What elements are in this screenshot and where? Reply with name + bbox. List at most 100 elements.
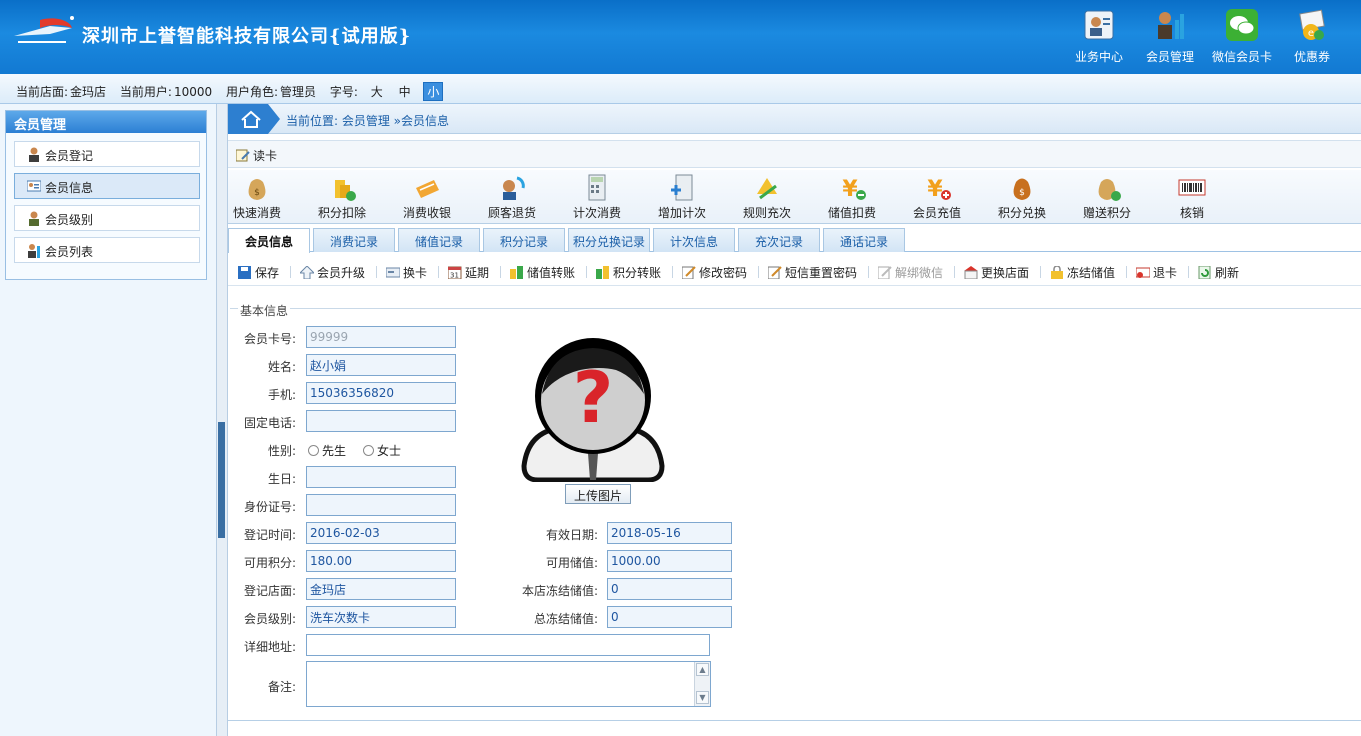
- remark-scrollbar[interactable]: ▲ ▼: [694, 662, 710, 706]
- stored-value-transfer-button[interactable]: 储值转账: [510, 264, 575, 281]
- remark-label: 备注:: [267, 680, 296, 694]
- change-card-button[interactable]: 换卡: [386, 264, 427, 281]
- gender-female-radio[interactable]: 女士: [363, 442, 401, 459]
- points-transfer-button[interactable]: 积分转账: [596, 264, 661, 281]
- sidebar: 会员管理 会员登记 会员信息 会员级别 会员列表: [0, 104, 216, 736]
- change-store-button[interactable]: 更换店面: [964, 264, 1029, 281]
- card-icon: [386, 267, 400, 278]
- extend-button[interactable]: 31 延期: [448, 264, 489, 281]
- tab-count-info[interactable]: 计次信息: [653, 228, 735, 252]
- quick-consume-button[interactable]: $ 快速消费: [217, 172, 297, 221]
- upgrade-member-button[interactable]: 会员升级: [300, 264, 365, 281]
- sidebar-item-member-list[interactable]: 会员列表: [14, 237, 200, 263]
- count-consume-button[interactable]: 计次消费: [557, 172, 637, 221]
- phone-field[interactable]: [306, 410, 456, 432]
- checkout-button[interactable]: 消费收银: [387, 172, 467, 221]
- tab-call-records[interactable]: 通话记录: [823, 228, 905, 252]
- quick-toolbar: $ 快速消费 积分扣除 消费收银 顾客退货 计次消费 增加计次 规则充次 ¥ 储…: [228, 170, 1361, 224]
- points-exchange-button[interactable]: $ 积分兑换: [982, 172, 1062, 221]
- role-label: 用户角色:: [225, 85, 278, 99]
- balance-field[interactable]: [607, 550, 732, 572]
- wechat-card-nav[interactable]: 微信会员卡: [1211, 8, 1273, 65]
- save-button[interactable]: 保存: [238, 264, 279, 281]
- member-management-nav[interactable]: 会员管理: [1139, 8, 1201, 65]
- tab-points-exchange-records[interactable]: 积分兑换记录: [568, 228, 650, 252]
- write-off-button[interactable]: 核销: [1152, 172, 1232, 221]
- scroll-down-icon[interactable]: ▼: [696, 691, 709, 704]
- total-frozen-label: 总冻结储值:: [533, 612, 598, 626]
- add-count-button[interactable]: 增加计次: [642, 172, 722, 221]
- tool-label: 快速消费: [232, 206, 281, 220]
- coupon-icon: e: [1299, 9, 1325, 40]
- change-password-button[interactable]: 修改密码: [682, 264, 747, 281]
- reg-time-field[interactable]: [306, 522, 456, 544]
- customer-return-button[interactable]: 顾客退货: [472, 172, 552, 221]
- points-label: 可用积分:: [243, 556, 296, 570]
- tool-label: 核销: [1179, 206, 1204, 220]
- divider: [376, 266, 377, 278]
- tool-label: 积分扣除: [317, 206, 366, 220]
- freeze-stored-value-button[interactable]: 冻结储值: [1050, 264, 1115, 281]
- font-size-large[interactable]: 大: [368, 83, 386, 100]
- name-field[interactable]: [306, 354, 456, 376]
- home-icon[interactable]: [228, 104, 280, 134]
- sidebar-item-member-register[interactable]: 会员登记: [14, 141, 200, 167]
- expiry-field[interactable]: [607, 522, 732, 544]
- name-label: 姓名:: [267, 360, 296, 374]
- birthday-field[interactable]: [306, 466, 456, 488]
- card-no-field[interactable]: [306, 326, 456, 348]
- gift-points-button[interactable]: 赠送积分: [1067, 172, 1147, 221]
- collapse-sidebar-handle[interactable]: [218, 422, 225, 538]
- total-frozen-field[interactable]: [607, 606, 732, 628]
- current-store: 金玛店: [70, 85, 107, 99]
- coupon-nav[interactable]: e 优惠券: [1281, 8, 1343, 65]
- points-field[interactable]: [306, 550, 456, 572]
- scroll-up-icon[interactable]: ▲: [696, 663, 709, 676]
- tab-member-info[interactable]: 会员信息: [228, 228, 310, 253]
- return-card-button[interactable]: 退卡: [1136, 264, 1177, 281]
- user-add-icon: [29, 147, 39, 162]
- action-toolbar: 保存 会员升级 换卡 31 延期 储值转账 积分转账 修改密码 短信重置密码 解绑…: [228, 256, 1361, 286]
- change-card-label: 换卡: [403, 266, 428, 280]
- user-role: 管理员: [280, 85, 317, 99]
- sidebar-item-member-info[interactable]: 会员信息: [14, 173, 200, 199]
- read-card-button[interactable]: 读卡: [236, 149, 277, 163]
- rule-recharge-count-button[interactable]: 规则充次: [727, 172, 807, 221]
- font-size-medium[interactable]: 中: [396, 83, 414, 100]
- refresh-button[interactable]: 刷新: [1198, 264, 1239, 281]
- tab-stored-value-records[interactable]: 储值记录: [398, 228, 480, 252]
- gender-female-label: 女士: [377, 444, 402, 458]
- gender-male-radio[interactable]: 先生: [308, 442, 346, 459]
- member-management-label: 会员管理: [1145, 50, 1194, 64]
- tab-consume-records[interactable]: 消费记录: [313, 228, 395, 252]
- tool-label: 赠送积分: [1082, 206, 1131, 220]
- id-no-field[interactable]: [306, 494, 456, 516]
- sidebar-item-member-level[interactable]: 会员级别: [14, 205, 200, 231]
- mobile-field[interactable]: [306, 382, 456, 404]
- reg-store-field[interactable]: [306, 578, 456, 600]
- edit-icon: [768, 266, 782, 279]
- expiry-label: 有效日期:: [545, 528, 598, 542]
- divider: [954, 266, 955, 278]
- return-card-label: 退卡: [1153, 266, 1178, 280]
- divider: [672, 266, 673, 278]
- address-field[interactable]: [306, 634, 710, 656]
- level-field[interactable]: [306, 606, 456, 628]
- deduct-points-button[interactable]: 积分扣除: [302, 172, 382, 221]
- font-size-small[interactable]: 小: [423, 82, 444, 101]
- unbind-wechat-button[interactable]: 解绑微信: [878, 264, 943, 281]
- stored-value-deduct-button[interactable]: ¥ 储值扣费: [812, 172, 892, 221]
- store-frozen-field[interactable]: [607, 578, 732, 600]
- business-center-nav[interactable]: 业务中心: [1068, 8, 1130, 65]
- tab-points-records[interactable]: 积分记录: [483, 228, 565, 252]
- sms-reset-password-button[interactable]: 短信重置密码: [768, 264, 857, 281]
- unbind-wechat-label: 解绑微信: [895, 266, 944, 280]
- transfer-icon: [596, 266, 609, 279]
- tab-recharge-count-records[interactable]: 充次记录: [738, 228, 820, 252]
- yen-plus-icon: ¥: [927, 177, 951, 202]
- upload-photo-button[interactable]: 上传图片: [565, 484, 631, 504]
- member-recharge-button[interactable]: ¥ 会员充值: [897, 172, 977, 221]
- points-transfer-label: 积分转账: [613, 266, 662, 280]
- remark-textarea[interactable]: ▲ ▼: [306, 661, 711, 707]
- divider: [500, 266, 501, 278]
